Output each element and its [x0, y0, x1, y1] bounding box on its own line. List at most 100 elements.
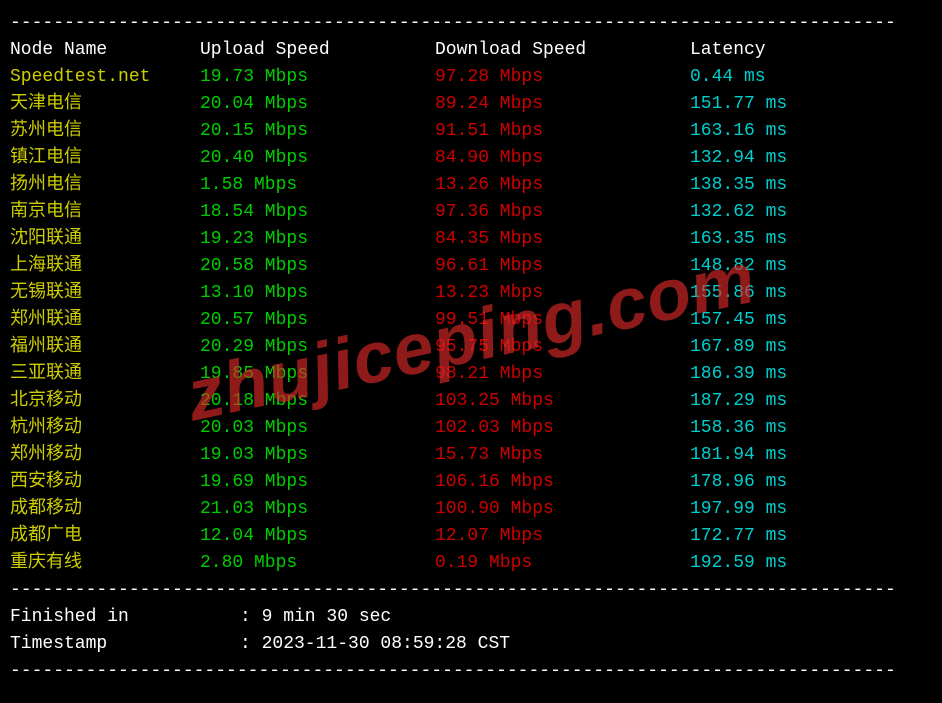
download-cell: 102.03 Mbps: [435, 415, 690, 442]
latency-cell: 186.39 ms: [690, 361, 932, 388]
upload-cell: 20.29 Mbps: [200, 334, 435, 361]
download-cell: 15.73 Mbps: [435, 442, 690, 469]
latency-cell: 0.44 ms: [690, 64, 932, 91]
latency-cell: 167.89 ms: [690, 334, 932, 361]
latency-cell: 132.62 ms: [690, 199, 932, 226]
latency-cell: 157.45 ms: [690, 307, 932, 334]
table-row: 成都移动21.03 Mbps100.90 Mbps197.99 ms: [10, 496, 932, 523]
latency-cell: 197.99 ms: [690, 496, 932, 523]
download-cell: 98.21 Mbps: [435, 361, 690, 388]
download-cell: 84.90 Mbps: [435, 145, 690, 172]
node-cell: 重庆有线: [10, 550, 200, 577]
node-cell: 镇江电信: [10, 145, 200, 172]
table-row: 天津电信20.04 Mbps89.24 Mbps151.77 ms: [10, 91, 932, 118]
footer-finished: Finished in : 9 min 30 sec: [10, 604, 932, 631]
latency-cell: 181.94 ms: [690, 442, 932, 469]
table-row: 上海联通20.58 Mbps96.61 Mbps148.82 ms: [10, 253, 932, 280]
node-cell: 扬州电信: [10, 172, 200, 199]
upload-cell: 21.03 Mbps: [200, 496, 435, 523]
table-row: 西安移动19.69 Mbps106.16 Mbps178.96 ms: [10, 469, 932, 496]
upload-cell: 20.04 Mbps: [200, 91, 435, 118]
upload-cell: 19.85 Mbps: [200, 361, 435, 388]
table-row: 沈阳联通19.23 Mbps84.35 Mbps163.35 ms: [10, 226, 932, 253]
download-cell: 12.07 Mbps: [435, 523, 690, 550]
timestamp-value: : 2023-11-30 08:59:28 CST: [240, 631, 510, 658]
finished-label: Finished in: [10, 604, 240, 631]
download-cell: 0.19 Mbps: [435, 550, 690, 577]
node-cell: 无锡联通: [10, 280, 200, 307]
download-cell: 95.75 Mbps: [435, 334, 690, 361]
table-row: 郑州联通20.57 Mbps99.51 Mbps157.45 ms: [10, 307, 932, 334]
upload-cell: 19.69 Mbps: [200, 469, 435, 496]
download-cell: 89.24 Mbps: [435, 91, 690, 118]
latency-cell: 187.29 ms: [690, 388, 932, 415]
upload-cell: 2.80 Mbps: [200, 550, 435, 577]
divider-top: ----------------------------------------…: [10, 10, 932, 37]
upload-cell: 19.23 Mbps: [200, 226, 435, 253]
download-cell: 106.16 Mbps: [435, 469, 690, 496]
table-row: 北京移动20.18 Mbps103.25 Mbps187.29 ms: [10, 388, 932, 415]
latency-cell: 138.35 ms: [690, 172, 932, 199]
latency-cell: 192.59 ms: [690, 550, 932, 577]
header-row: Node Name Upload Speed Download Speed La…: [10, 37, 932, 64]
download-cell: 13.23 Mbps: [435, 280, 690, 307]
latency-cell: 155.86 ms: [690, 280, 932, 307]
timestamp-label: Timestamp: [10, 631, 240, 658]
upload-cell: 13.10 Mbps: [200, 280, 435, 307]
latency-cell: 151.77 ms: [690, 91, 932, 118]
node-cell: 郑州联通: [10, 307, 200, 334]
upload-cell: 20.58 Mbps: [200, 253, 435, 280]
upload-cell: 1.58 Mbps: [200, 172, 435, 199]
header-upload: Upload Speed: [200, 37, 435, 64]
upload-cell: 20.03 Mbps: [200, 415, 435, 442]
latency-cell: 163.35 ms: [690, 226, 932, 253]
latency-cell: 158.36 ms: [690, 415, 932, 442]
divider-mid: ----------------------------------------…: [10, 577, 932, 604]
table-row: 扬州电信1.58 Mbps13.26 Mbps138.35 ms: [10, 172, 932, 199]
node-cell: 西安移动: [10, 469, 200, 496]
table-row: 福州联通20.29 Mbps95.75 Mbps167.89 ms: [10, 334, 932, 361]
node-cell: 三亚联通: [10, 361, 200, 388]
terminal-output: ----------------------------------------…: [10, 10, 932, 685]
upload-cell: 20.57 Mbps: [200, 307, 435, 334]
table-row: 无锡联通13.10 Mbps13.23 Mbps155.86 ms: [10, 280, 932, 307]
upload-cell: 18.54 Mbps: [200, 199, 435, 226]
latency-cell: 132.94 ms: [690, 145, 932, 172]
table-row: 南京电信18.54 Mbps97.36 Mbps132.62 ms: [10, 199, 932, 226]
table-row: 三亚联通19.85 Mbps98.21 Mbps186.39 ms: [10, 361, 932, 388]
download-cell: 103.25 Mbps: [435, 388, 690, 415]
finished-value: : 9 min 30 sec: [240, 604, 391, 631]
upload-cell: 12.04 Mbps: [200, 523, 435, 550]
header-download: Download Speed: [435, 37, 690, 64]
node-cell: 成都广电: [10, 523, 200, 550]
upload-cell: 19.03 Mbps: [200, 442, 435, 469]
node-cell: 福州联通: [10, 334, 200, 361]
node-cell: 上海联通: [10, 253, 200, 280]
node-cell: 沈阳联通: [10, 226, 200, 253]
node-cell: 郑州移动: [10, 442, 200, 469]
divider-bottom: ----------------------------------------…: [10, 658, 932, 685]
upload-cell: 20.15 Mbps: [200, 118, 435, 145]
download-cell: 84.35 Mbps: [435, 226, 690, 253]
download-cell: 96.61 Mbps: [435, 253, 690, 280]
node-cell: 苏州电信: [10, 118, 200, 145]
upload-cell: 19.73 Mbps: [200, 64, 435, 91]
download-cell: 99.51 Mbps: [435, 307, 690, 334]
node-cell: 成都移动: [10, 496, 200, 523]
node-cell: Speedtest.net: [10, 64, 200, 91]
download-cell: 13.26 Mbps: [435, 172, 690, 199]
table-row: 郑州移动19.03 Mbps15.73 Mbps181.94 ms: [10, 442, 932, 469]
latency-cell: 172.77 ms: [690, 523, 932, 550]
header-node: Node Name: [10, 37, 200, 64]
node-cell: 杭州移动: [10, 415, 200, 442]
download-cell: 97.36 Mbps: [435, 199, 690, 226]
footer-timestamp: Timestamp : 2023-11-30 08:59:28 CST: [10, 631, 932, 658]
table-row: 成都广电12.04 Mbps12.07 Mbps172.77 ms: [10, 523, 932, 550]
download-cell: 97.28 Mbps: [435, 64, 690, 91]
latency-cell: 163.16 ms: [690, 118, 932, 145]
upload-cell: 20.40 Mbps: [200, 145, 435, 172]
node-cell: 天津电信: [10, 91, 200, 118]
node-cell: 北京移动: [10, 388, 200, 415]
table-row: 杭州移动20.03 Mbps102.03 Mbps158.36 ms: [10, 415, 932, 442]
upload-cell: 20.18 Mbps: [200, 388, 435, 415]
